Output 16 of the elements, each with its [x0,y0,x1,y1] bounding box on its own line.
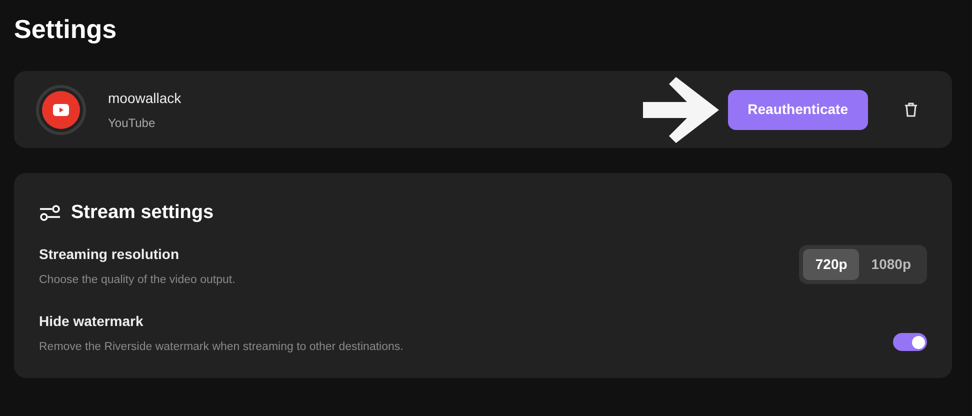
resolution-option[interactable]: 720p [803,248,860,280]
resolution-option[interactable]: 1080p [859,248,923,280]
reauthenticate-button[interactable]: Reauthenticate [728,90,868,130]
arrow-icon [642,76,719,142]
sliders-icon [39,204,61,222]
setting-label: Streaming resolution [39,244,180,264]
trash-icon[interactable] [904,102,918,117]
section-title: Stream settings [71,201,214,225]
page-title: Settings [14,13,117,46]
setting-description: Choose the quality of the video output. [39,272,236,288]
youtube-logo-icon [36,84,86,134]
platform-name: YouTube [108,114,156,132]
setting-label: Hide watermark [39,312,144,331]
account-name: moowallack [108,88,182,108]
toggle-switch[interactable] [893,333,927,352]
setting-description: Remove the Riverside watermark when streaming to other destinations. [39,340,404,355]
